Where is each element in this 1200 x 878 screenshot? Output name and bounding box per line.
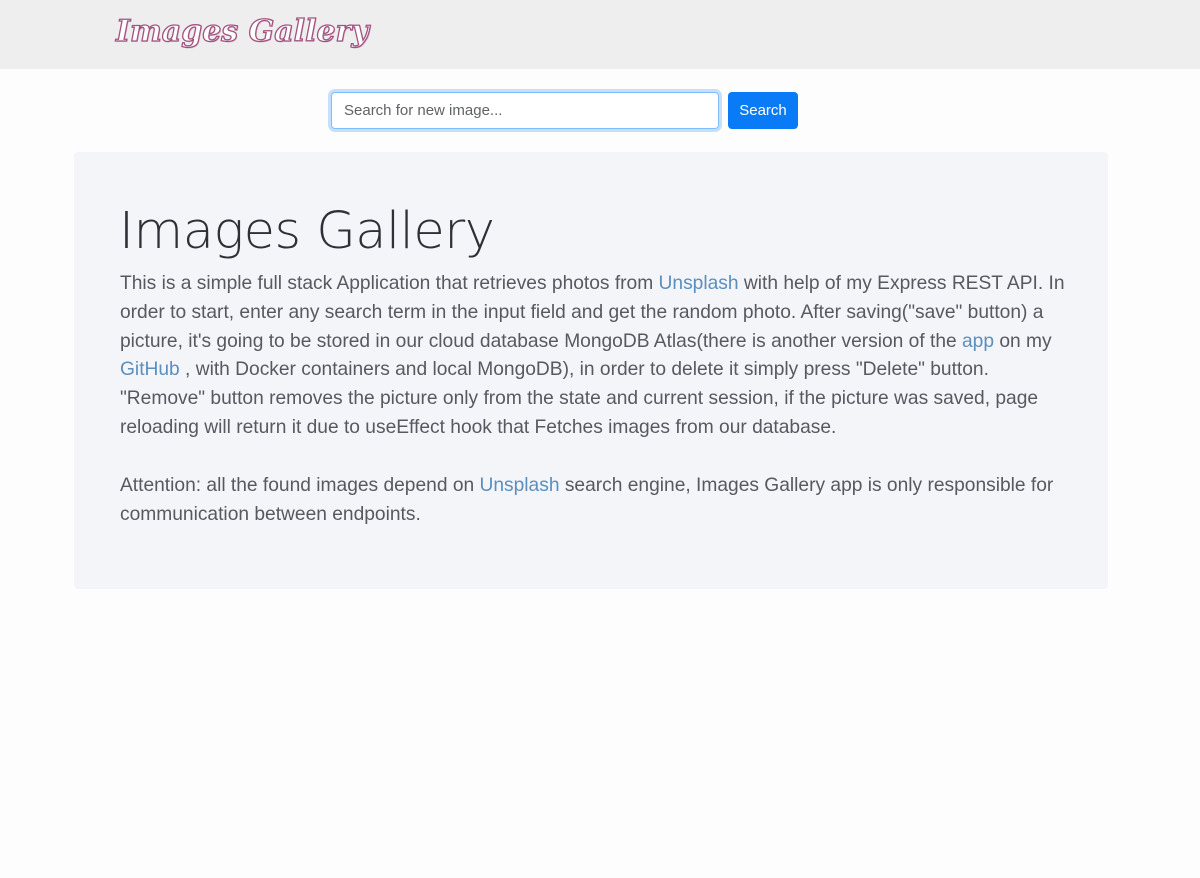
attention-text: Attention: all the found images depend o… (120, 475, 480, 496)
unsplash-link[interactable]: Unsplash (659, 273, 739, 294)
attention-paragraph: Attention: all the found images depend o… (120, 472, 1070, 530)
page-title: Images Gallery (119, 202, 495, 261)
jumbotron: Images Gallery This is a simple full sta… (74, 152, 1108, 589)
brand-logo[interactable]: Images Gallery (115, 13, 369, 49)
navbar: Images Gallery (0, 0, 1200, 69)
description-text: , with Docker containers and local Mongo… (120, 359, 1039, 438)
search-input[interactable] (331, 92, 719, 129)
description-text: on my (994, 330, 1052, 352)
unsplash-link[interactable]: Unsplash (480, 475, 560, 496)
github-link[interactable]: GitHub (120, 359, 180, 380)
description-text: This is a simple full stack Application … (120, 273, 659, 294)
search-button[interactable]: Search (728, 92, 798, 129)
app-link[interactable]: app (962, 331, 994, 352)
description-paragraph: This is a simple full stack Application … (120, 270, 1070, 443)
